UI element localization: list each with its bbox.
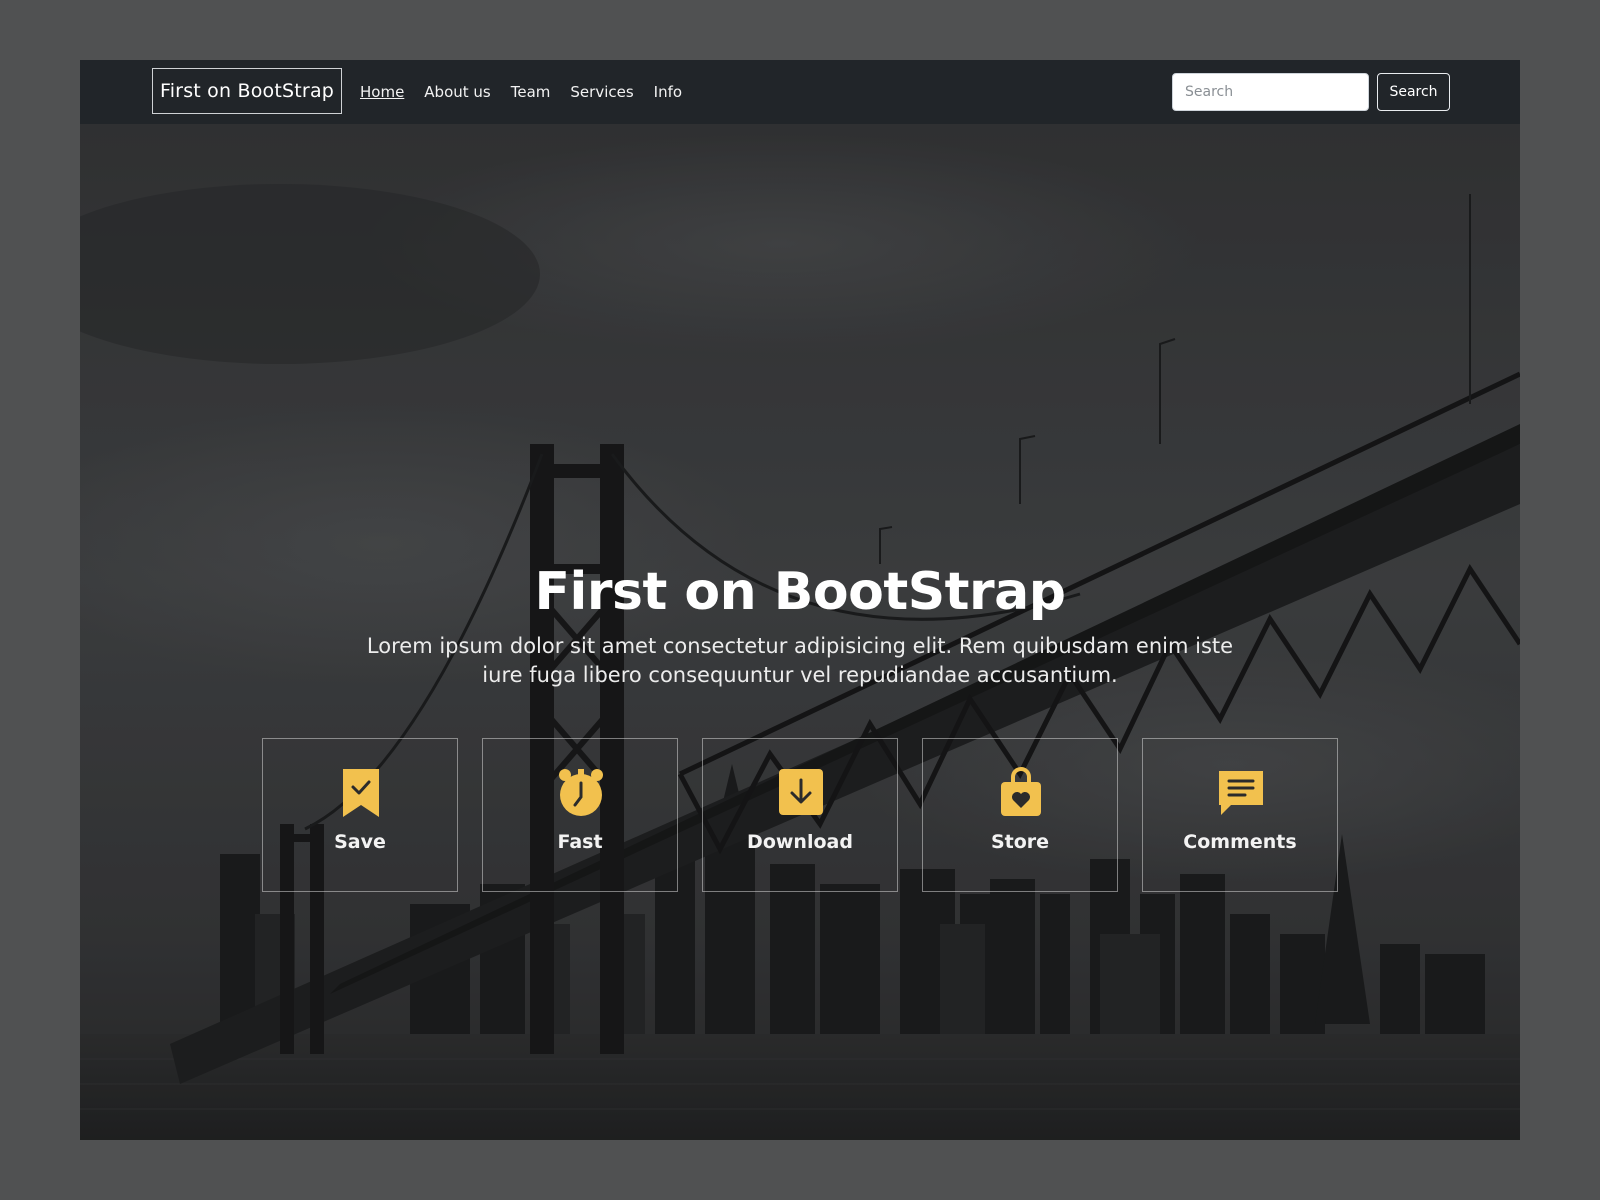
nav-link-services[interactable]: Services xyxy=(570,83,633,101)
navbar-brand[interactable]: First on BootStrap xyxy=(152,68,342,114)
feature-card-store[interactable]: Store xyxy=(922,738,1118,892)
hero-section: First on BootStrap Lorem ipsum dolor sit… xyxy=(80,124,1520,1140)
feature-cards: Save Fast Download Store Comments xyxy=(262,738,1338,892)
feature-label-comments: Comments xyxy=(1183,831,1297,853)
search-input[interactable] xyxy=(1172,73,1369,111)
feature-card-comments[interactable]: Comments xyxy=(1142,738,1338,892)
feature-label-fast: Fast xyxy=(557,831,603,853)
nav-link-about-us[interactable]: About us xyxy=(424,83,490,101)
feature-card-save[interactable]: Save xyxy=(262,738,458,892)
nav-links: Home About us Team Services Info xyxy=(360,60,702,124)
shopping-bag-heart-icon xyxy=(1001,767,1041,816)
hero-title: First on BootStrap xyxy=(534,562,1066,622)
comment-icon xyxy=(1219,771,1263,815)
alarm-clock-icon xyxy=(559,769,603,816)
browser-viewport: First on BootStrap Home About us Team Se… xyxy=(80,60,1520,1140)
feature-label-download: Download xyxy=(747,831,853,853)
feature-label-store: Store xyxy=(990,831,1050,853)
download-icon xyxy=(779,769,823,815)
hero-description: Lorem ipsum dolor sit amet consectetur a… xyxy=(366,634,1234,687)
nav-link-info[interactable]: Info xyxy=(654,83,682,101)
bookmark-check-icon xyxy=(343,769,379,817)
search-button[interactable]: Search xyxy=(1377,73,1450,111)
nav-link-team[interactable]: Team xyxy=(511,83,551,101)
nav-link-home[interactable]: Home xyxy=(360,83,404,101)
feature-label-save: Save xyxy=(334,831,386,853)
feature-card-fast[interactable]: Fast xyxy=(482,738,678,892)
navbar: First on BootStrap Home About us Team Se… xyxy=(80,60,1520,124)
feature-card-download[interactable]: Download xyxy=(702,738,898,892)
